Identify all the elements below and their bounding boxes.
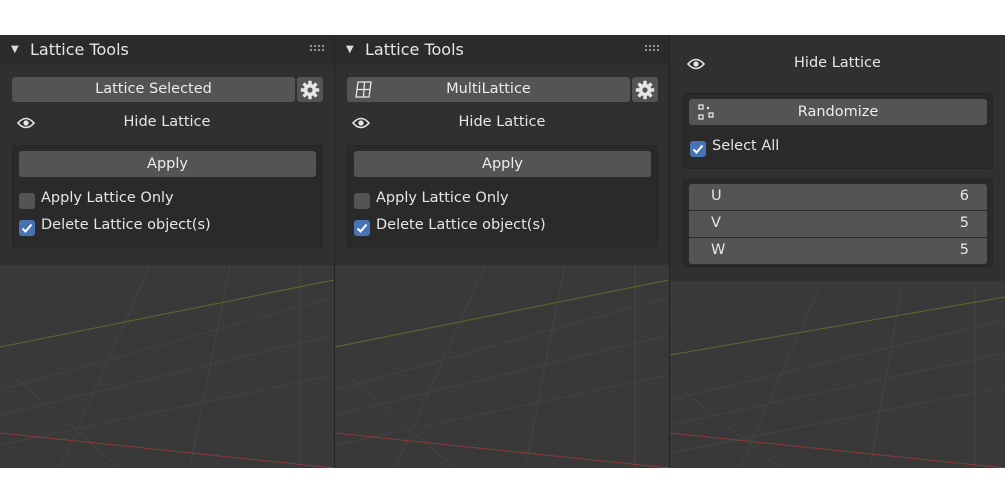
- resolution-u-field[interactable]: U 6: [689, 184, 987, 210]
- delete-lattice-objects-label[interactable]: Delete Lattice object(s): [41, 217, 211, 233]
- lattice-tools-panel: ▼ Lattice Tools MultiLattice Hide Lattic…: [335, 35, 669, 265]
- resolution-w-field[interactable]: W 5: [689, 238, 987, 264]
- apply-lattice-only-label[interactable]: Apply Lattice Only: [41, 190, 174, 206]
- delete-lattice-objects-checkbox[interactable]: [354, 220, 370, 236]
- mode-button-label: MultiLattice: [446, 81, 531, 97]
- mode-button[interactable]: Lattice Selected: [12, 77, 295, 102]
- randomize-button[interactable]: Randomize: [689, 99, 987, 125]
- settings-gear-button[interactable]: [297, 77, 323, 102]
- lattice-tools-panel: ▼ Lattice Tools Lattice Selected Hide La…: [0, 35, 334, 265]
- axis-value: 6: [959, 188, 969, 204]
- collapse-triangle-icon[interactable]: ▼: [11, 44, 19, 55]
- checkmark-icon: [21, 223, 33, 233]
- apply-options-box: Apply Apply Lattice Only Delete Lattice …: [12, 145, 323, 248]
- collapse-triangle-icon[interactable]: ▼: [346, 44, 354, 55]
- panel-title: Lattice Tools: [365, 40, 464, 59]
- resolution-box: U 6 V 5 W 5: [683, 179, 993, 267]
- lattice-options-panel: Hide Lattice Randomize Select All U 6 V …: [670, 35, 1005, 281]
- randomize-box: Randomize Select All: [683, 93, 993, 169]
- mode-button[interactable]: MultiLattice: [347, 77, 630, 102]
- axis-value: 5: [959, 242, 969, 258]
- apply-options-box: Apply Apply Lattice Only Delete Lattice …: [347, 145, 658, 248]
- apply-lattice-only-checkbox[interactable]: [354, 193, 370, 209]
- apply-lattice-only-label[interactable]: Apply Lattice Only: [376, 190, 509, 206]
- screenshot-strip: ▼ Lattice Tools Lattice Selected Hide La…: [0, 35, 1005, 468]
- hide-lattice-label[interactable]: Hide Lattice: [670, 55, 1005, 71]
- drag-handle-icon[interactable]: [644, 44, 660, 52]
- hide-lattice-label[interactable]: Hide Lattice: [335, 114, 669, 130]
- apply-lattice-only-checkbox[interactable]: [19, 193, 35, 209]
- axis-value: 5: [959, 215, 969, 231]
- axis-label: V: [711, 215, 721, 231]
- axis-label: W: [711, 242, 726, 258]
- panel-header[interactable]: ▼ Lattice Tools: [335, 35, 669, 65]
- settings-gear-button[interactable]: [632, 77, 658, 102]
- panel-header[interactable]: ▼ Lattice Tools: [0, 35, 334, 65]
- select-all-checkbox[interactable]: [690, 141, 706, 157]
- checkmark-icon: [356, 223, 368, 233]
- hide-lattice-label[interactable]: Hide Lattice: [0, 114, 334, 130]
- select-all-label[interactable]: Select All: [712, 138, 779, 154]
- grid-icon: [355, 81, 372, 98]
- viewport-pane-1: ▼ Lattice Tools Lattice Selected Hide La…: [0, 35, 334, 468]
- delete-lattice-objects-label[interactable]: Delete Lattice object(s): [376, 217, 546, 233]
- checkmark-icon: [692, 144, 704, 154]
- gear-icon: [635, 80, 655, 99]
- gear-icon: [300, 80, 320, 99]
- viewport-pane-2: ▼ Lattice Tools MultiLattice Hide Lattic…: [335, 35, 669, 468]
- apply-button[interactable]: Apply: [354, 151, 651, 177]
- resolution-v-field[interactable]: V 5: [689, 211, 987, 237]
- apply-button[interactable]: Apply: [19, 151, 316, 177]
- viewport-pane-3: Hide Lattice Randomize Select All U 6 V …: [670, 35, 1005, 468]
- drag-handle-icon[interactable]: [309, 44, 325, 52]
- randomize-icon: [698, 104, 714, 120]
- resolution-fields: U 6 V 5 W 5: [689, 184, 987, 264]
- delete-lattice-objects-checkbox[interactable]: [19, 220, 35, 236]
- randomize-button-label: Randomize: [797, 104, 879, 120]
- panel-title: Lattice Tools: [30, 40, 129, 59]
- axis-label: U: [711, 188, 722, 204]
